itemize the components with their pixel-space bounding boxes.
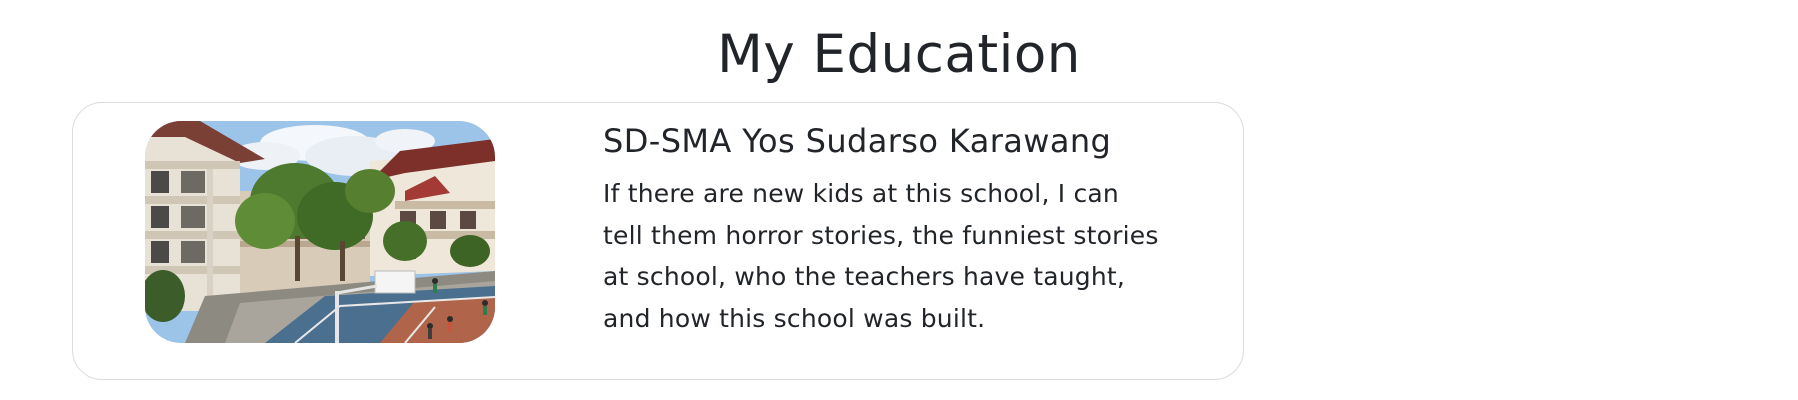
school-name: SD-SMA Yos Sudarso Karawang — [603, 122, 1112, 160]
school-description: If there are new kids at this school, I … — [603, 179, 1159, 333]
education-card: SD-SMA Yos Sudarso Karawang If there are… — [72, 102, 1244, 380]
school-photo — [145, 121, 495, 343]
section-title: My Education — [717, 24, 1081, 85]
